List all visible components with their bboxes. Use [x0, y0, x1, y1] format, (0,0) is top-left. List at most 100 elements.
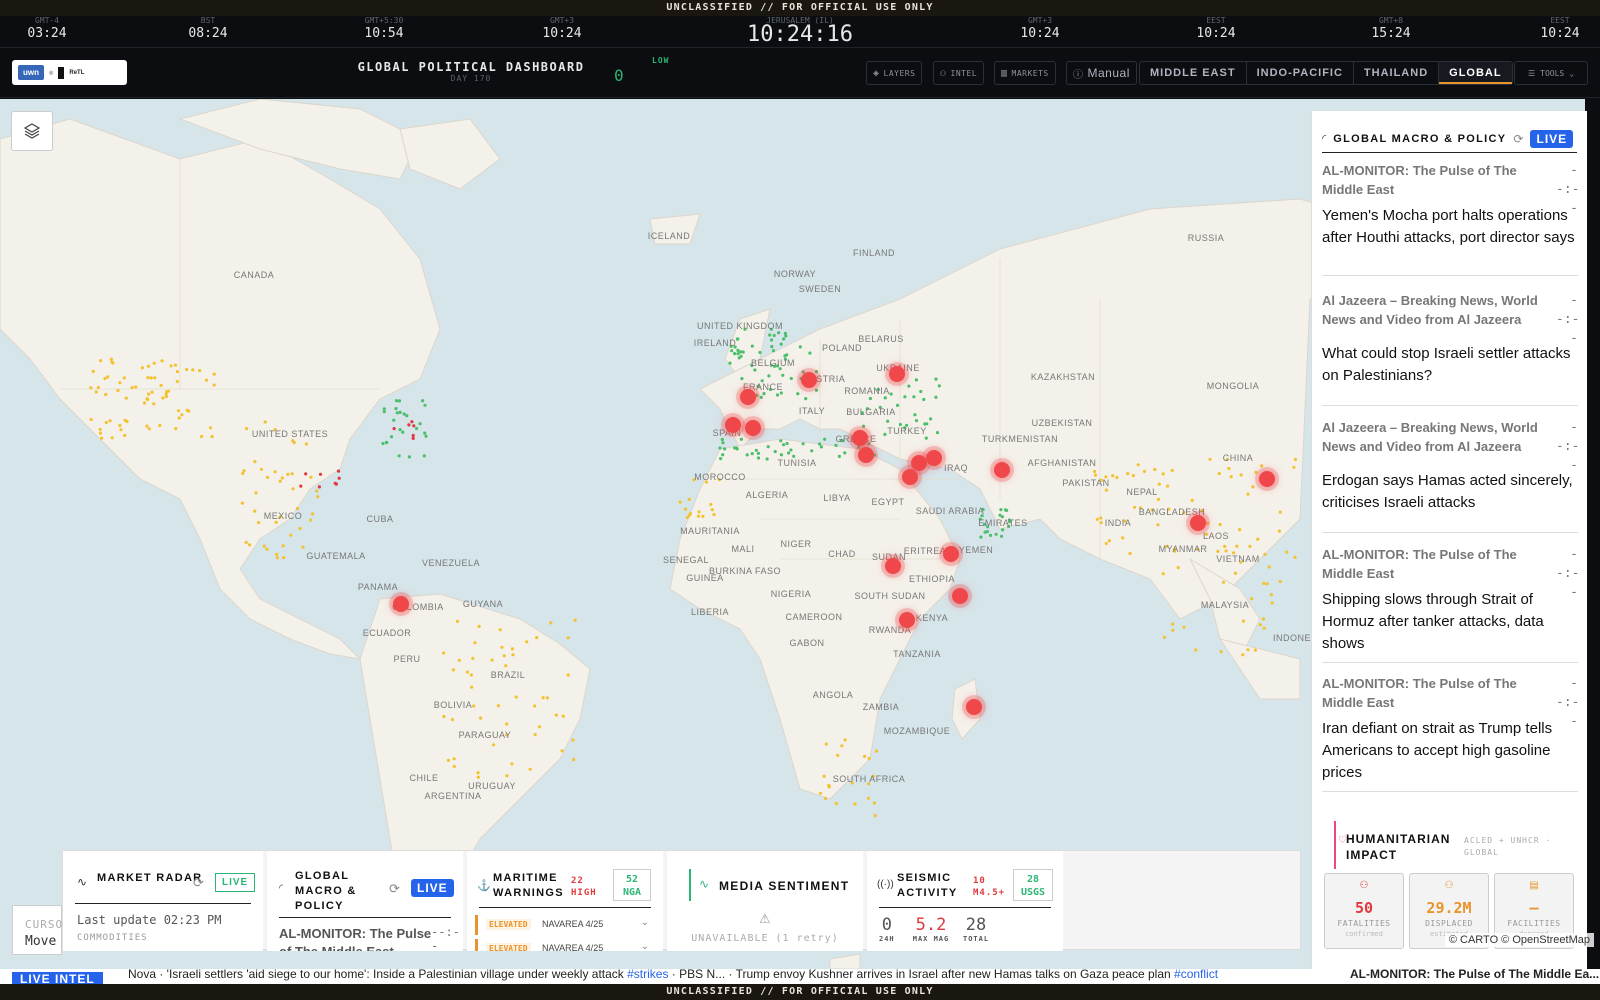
cursor-mode-widget[interactable]: CURSO Move — [12, 905, 62, 955]
hotspot-marker[interactable] — [725, 417, 741, 433]
map-attribution[interactable]: © CARTO © OpenStreetMap — [1444, 933, 1594, 947]
layers-button[interactable]: ◈ LAYERS — [866, 61, 923, 85]
fatalities-card[interactable]: ⚇ 50 FATALITIES confirmed — [1324, 873, 1404, 949]
event-dot — [244, 540, 248, 544]
hotspot-marker[interactable] — [994, 462, 1010, 478]
live-badge[interactable]: LIVE — [411, 879, 454, 897]
hotspot-marker[interactable] — [889, 366, 905, 382]
event-dot — [505, 722, 509, 726]
event-dot — [1196, 547, 1200, 551]
hotspot-marker[interactable] — [1259, 471, 1275, 487]
org-logo[interactable]: uwn ◎ ReTL — [12, 60, 127, 85]
severity-badge: ELEVATED — [486, 943, 531, 951]
event-dot — [1156, 523, 1160, 527]
event-dot — [1156, 497, 1160, 501]
tools-menu[interactable]: ☰ TOOLS ⌄ — [1514, 61, 1588, 85]
event-dot — [98, 431, 102, 435]
market-radar-card[interactable]: ∿ MARKET RADAR ⟳ LIVE Last update 02:23 … — [63, 851, 263, 951]
event-dot — [1225, 457, 1229, 461]
event-dot — [533, 704, 537, 708]
manual-button[interactable]: ⓘ Manual — [1066, 61, 1137, 85]
media-sentiment-card[interactable]: ∿ MEDIA SENTIMENT ⚠ UNAVAILABLE (1 retry… — [667, 851, 863, 951]
hotspot-marker[interactable] — [745, 420, 761, 436]
logo-text: ReTL — [69, 69, 85, 76]
hotspot-marker[interactable] — [801, 372, 817, 388]
refresh-icon[interactable]: ⟳ — [389, 881, 400, 897]
event-dot — [1161, 472, 1165, 476]
hotspot-marker[interactable] — [393, 596, 409, 612]
nga-badge[interactable]: 52 NGA — [613, 869, 651, 901]
hotspot-marker[interactable] — [902, 469, 918, 485]
event-dot — [100, 436, 104, 440]
world-map[interactable]: CANADA UNITED STATES MEXICO CUBA GUATEMA… — [0, 99, 1600, 969]
event-dot — [919, 389, 923, 394]
tab-indo-pacific[interactable]: INDO-PACIFIC — [1247, 62, 1354, 84]
event-dot — [110, 360, 114, 364]
event-dot — [818, 791, 823, 795]
event-dot — [561, 714, 565, 718]
event-dot — [837, 454, 842, 458]
hotspot-marker[interactable] — [926, 450, 942, 466]
event-dot — [779, 342, 783, 346]
hotspot-marker[interactable] — [911, 455, 927, 471]
event-dot — [1161, 572, 1165, 576]
maritime-warnings-card[interactable]: ⚓ MARITIME WARNINGS 22 HIGH 52 NGA ELEVA… — [467, 851, 663, 951]
live-badge[interactable]: LIVE — [1530, 129, 1574, 148]
event-dot — [304, 442, 308, 446]
event-dot — [275, 552, 279, 556]
intel-button[interactable]: ⚇ INTEL — [933, 61, 985, 85]
event-dot — [863, 754, 867, 759]
news-item[interactable]: AL-MONITOR: The Pulse of The Middle East… — [1322, 545, 1579, 663]
macro-policy-card[interactable]: ◜ GLOBAL MACRO & POLICY ⟳ LIVE AL-MONITO… — [267, 851, 463, 951]
news-item[interactable]: Al Jazeera – Breaking News, World News a… — [1322, 418, 1579, 533]
hotspot-marker[interactable] — [858, 447, 874, 463]
event-dot — [1293, 457, 1297, 462]
event-dot — [150, 390, 154, 394]
tab-thailand[interactable]: THAILAND — [1354, 62, 1440, 84]
hotspot-marker[interactable] — [899, 612, 915, 628]
hotspot-marker[interactable] — [952, 588, 968, 604]
usgs-badge[interactable]: 28 USGS — [1013, 869, 1053, 901]
event-dot — [1260, 464, 1264, 468]
event-dot — [983, 522, 987, 526]
event-dot — [253, 460, 257, 464]
news-item[interactable]: AL-MONITOR: The Pulse of The Middle East… — [1322, 161, 1579, 276]
refresh-icon[interactable]: ⟳ — [193, 875, 204, 891]
event-dot — [1153, 467, 1157, 472]
event-dot — [905, 423, 909, 427]
event-dot — [819, 445, 824, 449]
map-layers-toggle[interactable] — [11, 111, 53, 151]
event-dot — [822, 774, 826, 778]
warning-row[interactable]: ELEVATED NAVAREA 4/25 ⌄ — [475, 915, 653, 935]
tab-middle-east[interactable]: MIDDLE EAST — [1140, 62, 1247, 84]
hotspot-marker[interactable] — [1190, 515, 1206, 531]
tab-global[interactable]: GLOBAL — [1439, 62, 1512, 84]
hotspot-marker[interactable] — [885, 558, 901, 574]
event-dot — [411, 436, 415, 440]
hotspot-marker[interactable] — [852, 430, 868, 446]
hotspot-marker[interactable] — [966, 699, 982, 715]
refresh-icon[interactable]: ⟳ — [1513, 132, 1523, 146]
scrollbar-track[interactable] — [1585, 99, 1600, 969]
event-dot — [687, 513, 692, 517]
event-dot — [442, 651, 446, 655]
live-badge[interactable]: LIVE — [215, 873, 256, 892]
event-dot — [865, 407, 870, 411]
event-dot — [684, 507, 688, 511]
event-dot — [756, 456, 761, 460]
hotspot-marker[interactable] — [740, 389, 756, 405]
hotspot-marker[interactable] — [943, 546, 959, 562]
event-dot — [1218, 522, 1222, 527]
markets-button[interactable]: ▥ MARKETS — [994, 61, 1056, 85]
event-dot — [1157, 482, 1161, 486]
live-intel-ticker[interactable]: LIVE INTEL Nova · 'Israeli settlers 'aid… — [0, 969, 1600, 984]
news-item[interactable]: AL-MONITOR: The Pulse of The Middle East… — [1322, 674, 1579, 792]
event-dot — [843, 738, 847, 742]
news-item[interactable]: Al Jazeera – Breaking News, World News a… — [1322, 291, 1579, 406]
event-dot — [145, 397, 149, 401]
event-dot — [451, 668, 455, 672]
event-dot — [1221, 580, 1226, 584]
warning-row[interactable]: ELEVATED NAVAREA 4/25 ⌄ — [475, 939, 653, 951]
event-dot — [152, 402, 156, 406]
seismic-activity-card[interactable]: ((·)) SEISMIC ACTIVITY 10 M4.5+ 28 USGS … — [867, 851, 1063, 951]
